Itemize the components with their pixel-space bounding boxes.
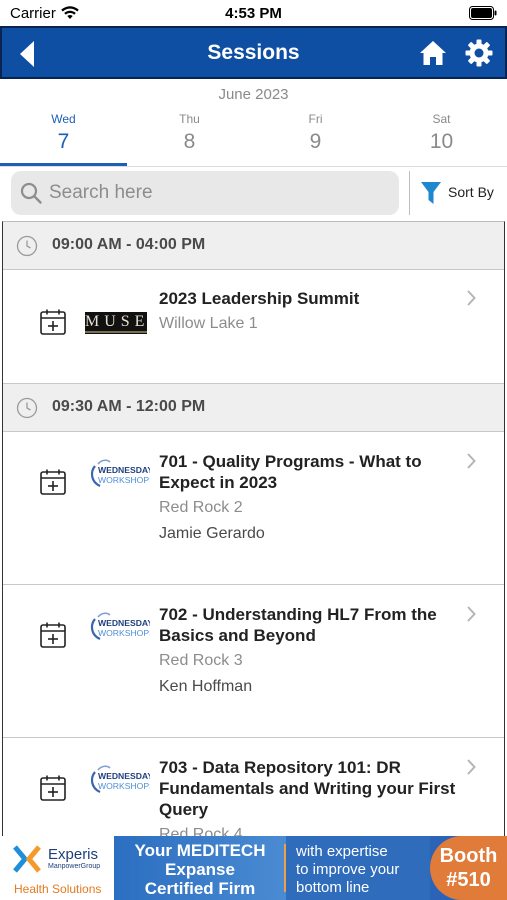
add-to-calendar-icon[interactable] bbox=[39, 774, 67, 807]
session-row[interactable]: WEDNESDAY WORKSHOPS 702 - Understanding … bbox=[3, 585, 504, 738]
session-title: 703 - Data Repository 101: DR Fundamenta… bbox=[159, 758, 456, 819]
banner-tagline: with expertise to improve your bottom li… bbox=[286, 836, 430, 900]
session-room: Red Rock 3 bbox=[159, 652, 243, 669]
filter-funnel-icon bbox=[420, 180, 442, 211]
booth-label: Booth bbox=[439, 845, 498, 867]
experis-logo-panel: Experis ManpowerGroup Health Solutions bbox=[0, 836, 114, 900]
tagline-line: with expertise bbox=[296, 843, 388, 860]
wednesday-workshops-logo: WEDNESDAY WORKSHOPS bbox=[90, 765, 150, 794]
session-speaker: Ken Hoffman bbox=[159, 678, 253, 695]
day-number: 8 bbox=[183, 130, 196, 153]
svg-text:WORKSHOPS: WORKSHOPS bbox=[98, 781, 150, 791]
tagline-line: bottom line bbox=[296, 879, 370, 896]
session-room: Red Rock 4 bbox=[159, 826, 243, 836]
session-title: 701 - Quality Programs - What to Expect … bbox=[159, 452, 422, 492]
svg-text:WEDNESDAY: WEDNESDAY bbox=[98, 465, 150, 475]
day-tab-wed[interactable]: Wed 7 bbox=[0, 110, 127, 166]
gear-icon bbox=[465, 39, 493, 67]
day-name: Sat bbox=[432, 112, 451, 126]
time-slot-header: 09:00 AM - 04:00 PM bbox=[3, 222, 504, 270]
session-title: 702 - Understanding HL7 From the Basics … bbox=[159, 605, 437, 645]
headline-line: Certified Firm bbox=[144, 879, 256, 898]
booth-number: #510 bbox=[446, 869, 491, 891]
add-to-calendar-icon[interactable] bbox=[39, 621, 67, 654]
muse-logo: MUSE bbox=[85, 312, 147, 334]
search-icon bbox=[19, 181, 43, 210]
divider bbox=[0, 166, 507, 167]
settings-button[interactable] bbox=[465, 39, 493, 67]
session-room: Willow Lake 1 bbox=[159, 315, 258, 332]
battery-icon bbox=[469, 6, 497, 25]
clock-icon bbox=[16, 397, 38, 424]
session-row[interactable]: WEDNESDAY WORKSHOPS 701 - Quality Progra… bbox=[3, 432, 504, 585]
day-name: Fri bbox=[308, 112, 323, 126]
wednesday-workshops-logo: WEDNESDAY WORKSHOPS bbox=[90, 612, 150, 641]
division-name: Health Solutions bbox=[14, 882, 102, 896]
day-number: 9 bbox=[309, 130, 322, 153]
chevron-right-icon bbox=[466, 453, 476, 474]
session-row[interactable]: WEDNESDAY WORKSHOPS 703 - Data Repositor… bbox=[3, 738, 504, 836]
session-row[interactable]: MUSE 2023 Leadership Summit Willow Lake … bbox=[3, 270, 504, 384]
tagline-line: to improve your bbox=[296, 861, 400, 878]
add-to-calendar-icon[interactable] bbox=[39, 308, 67, 341]
ad-banner[interactable]: Experis ManpowerGroup Health Solutions Y… bbox=[0, 836, 507, 900]
headline-line: Expanse bbox=[165, 860, 235, 879]
session-speaker: Jamie Gerardo bbox=[159, 525, 265, 542]
day-tab-thu[interactable]: Thu 8 bbox=[126, 110, 253, 166]
month-label: June 2023 bbox=[218, 86, 289, 103]
home-button[interactable] bbox=[419, 39, 447, 67]
home-icon bbox=[420, 41, 446, 65]
status-bar: Carrier 4:53 PM bbox=[0, 0, 507, 26]
day-tab-fri[interactable]: Fri 9 bbox=[252, 110, 379, 166]
svg-text:WORKSHOPS: WORKSHOPS bbox=[98, 475, 150, 485]
clock-time: 4:53 PM bbox=[225, 5, 282, 22]
day-name: Wed bbox=[51, 112, 76, 126]
headline-line: Your MEDITECH bbox=[134, 841, 266, 860]
brand-name: Experis bbox=[48, 846, 99, 863]
day-number: 10 bbox=[429, 130, 454, 153]
sessions-screen: Carrier 4:53 PM Sessions June 2023 Wed 7… bbox=[0, 0, 507, 900]
day-number: 7 bbox=[57, 130, 70, 153]
day-name: Thu bbox=[179, 112, 200, 126]
search-input[interactable] bbox=[49, 171, 389, 215]
booth-badge: Booth #510 bbox=[430, 836, 507, 900]
day-tab-sat[interactable]: Sat 10 bbox=[378, 110, 505, 166]
session-room: Red Rock 2 bbox=[159, 499, 243, 516]
chevron-right-icon bbox=[466, 290, 476, 311]
nav-bar: Sessions bbox=[0, 26, 507, 79]
wednesday-workshops-logo: WEDNESDAY WORKSHOPS bbox=[90, 459, 150, 488]
brand-subtitle: ManpowerGroup bbox=[48, 863, 101, 870]
chevron-right-icon bbox=[466, 606, 476, 627]
chevron-right-icon bbox=[466, 759, 476, 780]
svg-text:WORKSHOPS: WORKSHOPS bbox=[98, 628, 150, 638]
time-slot-header: 09:30 AM - 12:00 PM bbox=[3, 384, 504, 432]
time-range: 09:00 AM - 04:00 PM bbox=[52, 236, 206, 253]
banner-headline: Your MEDITECH Expanse Certified Firm bbox=[114, 836, 286, 900]
add-to-calendar-icon[interactable] bbox=[39, 468, 67, 501]
divider bbox=[409, 171, 410, 215]
sort-by-button[interactable]: Sort By bbox=[418, 178, 502, 208]
session-list[interactable]: 09:00 AM - 04:00 PM MUSE 2023 Leadership… bbox=[2, 221, 505, 836]
sort-by-label: Sort By bbox=[448, 184, 494, 200]
search-box[interactable] bbox=[11, 171, 399, 215]
session-title: 2023 Leadership Summit bbox=[159, 289, 360, 308]
experis-x-icon bbox=[12, 844, 42, 879]
clock-icon bbox=[16, 235, 38, 262]
time-range: 09:30 AM - 12:00 PM bbox=[52, 398, 206, 415]
svg-text:WEDNESDAY: WEDNESDAY bbox=[98, 618, 150, 628]
svg-text:WEDNESDAY: WEDNESDAY bbox=[98, 771, 150, 781]
